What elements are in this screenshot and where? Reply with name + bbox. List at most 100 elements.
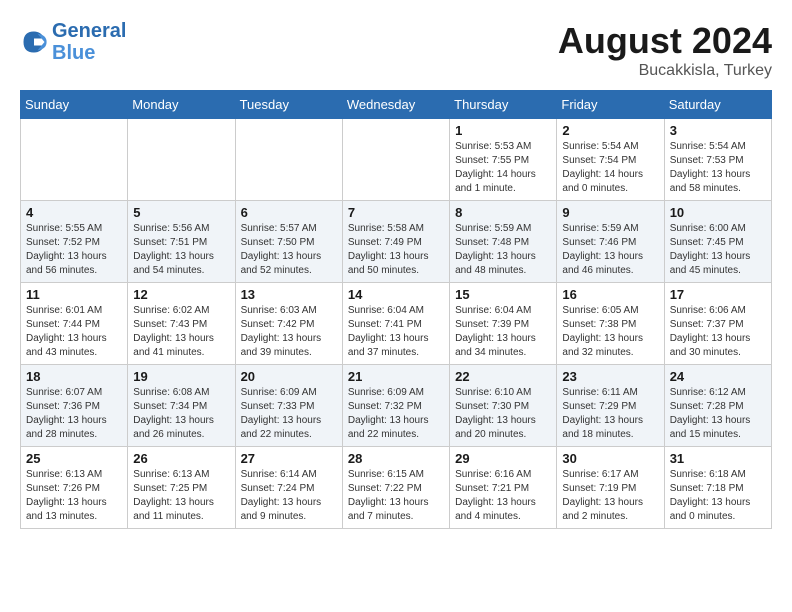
calendar-cell: 22 Sunrise: 6:10 AM Sunset: 7:30 PM Dayli…: [450, 365, 557, 447]
calendar-cell: 27 Sunrise: 6:14 AM Sunset: 7:24 PM Dayli…: [235, 447, 342, 529]
calendar-cell: 19Sunrise: 6:08 AM Sunset: 7:34 PM Dayli…: [128, 365, 235, 447]
day-info: Sunrise: 5:59 AM Sunset: 7:46 PM Dayligh…: [562, 222, 658, 278]
calendar-cell: 11 Sunrise: 6:01 AM Sunset: 7:44 PM Dayli…: [21, 283, 128, 365]
day-info: Sunrise: 6:09 AM Sunset: 7:32 PM Dayligh…: [348, 386, 444, 442]
day-number: 23: [562, 369, 658, 384]
calendar-cell: 28 Sunrise: 6:15 AM Sunset: 7:22 PM Dayli…: [342, 447, 449, 529]
calendar-cell: 6Sunrise: 5:57 AM Sunset: 7:50 PM Daylig…: [235, 201, 342, 283]
day-info: Sunrise: 6:03 AM Sunset: 7:42 PM Dayligh…: [241, 304, 337, 360]
calendar-cell: 23 Sunrise: 6:11 AM Sunset: 7:29 PM Dayli…: [557, 365, 664, 447]
day-info: Sunrise: 5:55 AM Sunset: 7:52 PM Dayligh…: [26, 222, 122, 278]
day-number: 19: [133, 369, 229, 384]
day-number: 13: [241, 287, 337, 302]
logo-line1: General: [52, 20, 126, 42]
day-number: 14: [348, 287, 444, 302]
calendar-cell: 26 Sunrise: 6:13 AM Sunset: 7:25 PM Dayli…: [128, 447, 235, 529]
day-info: Sunrise: 6:15 AM Sunset: 7:22 PM Dayligh…: [348, 468, 444, 524]
day-info: Sunrise: 6:13 AM Sunset: 7:26 PM Dayligh…: [26, 468, 122, 524]
day-number: 6: [241, 205, 337, 220]
day-info: Sunrise: 5:53 AM Sunset: 7:55 PM Dayligh…: [455, 140, 551, 196]
calendar-cell: 29 Sunrise: 6:16 AM Sunset: 7:21 PM Dayli…: [450, 447, 557, 529]
day-info: Sunrise: 6:04 AM Sunset: 7:41 PM Dayligh…: [348, 304, 444, 360]
day-info: Sunrise: 6:14 AM Sunset: 7:24 PM Dayligh…: [241, 468, 337, 524]
day-number: 21: [348, 369, 444, 384]
calendar-cell: 16 Sunrise: 6:05 AM Sunset: 7:38 PM Dayli…: [557, 283, 664, 365]
logo-line2: Blue: [52, 42, 95, 64]
day-info: Sunrise: 5:58 AM Sunset: 7:49 PM Dayligh…: [348, 222, 444, 278]
calendar-cell: 8Sunrise: 5:59 AM Sunset: 7:48 PM Daylig…: [450, 201, 557, 283]
day-number: 3: [670, 123, 766, 138]
calendar-cell: 14 Sunrise: 6:04 AM Sunset: 7:41 PM Dayli…: [342, 283, 449, 365]
calendar-cell: [21, 119, 128, 201]
day-number: 27: [241, 451, 337, 466]
calendar-cell: 31 Sunrise: 6:18 AM Sunset: 7:18 PM Dayli…: [664, 447, 771, 529]
calendar-cell: 1Sunrise: 5:53 AM Sunset: 7:55 PM Daylig…: [450, 119, 557, 201]
day-info: Sunrise: 6:17 AM Sunset: 7:19 PM Dayligh…: [562, 468, 658, 524]
calendar-cell: 30 Sunrise: 6:17 AM Sunset: 7:19 PM Dayli…: [557, 447, 664, 529]
day-number: 17: [670, 287, 766, 302]
weekday-header-row: SundayMondayTuesdayWednesdayThursdayFrid…: [21, 91, 772, 119]
weekday-header: Friday: [557, 91, 664, 119]
weekday-header: Saturday: [664, 91, 771, 119]
day-number: 24: [670, 369, 766, 384]
day-number: 4: [26, 205, 122, 220]
page-header: General Blue August 2024 Bucakkisla, Tur…: [20, 20, 772, 80]
day-number: 22: [455, 369, 551, 384]
day-info: Sunrise: 6:16 AM Sunset: 7:21 PM Dayligh…: [455, 468, 551, 524]
calendar-cell: 24 Sunrise: 6:12 AM Sunset: 7:28 PM Dayli…: [664, 365, 771, 447]
day-info: Sunrise: 5:54 AM Sunset: 7:54 PM Dayligh…: [562, 140, 658, 196]
weekday-header: Wednesday: [342, 91, 449, 119]
day-info: Sunrise: 6:06 AM Sunset: 7:37 PM Dayligh…: [670, 304, 766, 360]
day-number: 28: [348, 451, 444, 466]
logo-icon: [20, 28, 48, 56]
weekday-header: Monday: [128, 91, 235, 119]
day-info: Sunrise: 6:12 AM Sunset: 7:28 PM Dayligh…: [670, 386, 766, 442]
calendar-cell: 2 Sunrise: 5:54 AM Sunset: 7:54 PM Daylig…: [557, 119, 664, 201]
calendar-table: SundayMondayTuesdayWednesdayThursdayFrid…: [20, 90, 772, 529]
day-number: 9: [562, 205, 658, 220]
weekday-header: Tuesday: [235, 91, 342, 119]
day-number: 30: [562, 451, 658, 466]
calendar-cell: 5 Sunrise: 5:56 AM Sunset: 7:51 PM Daylig…: [128, 201, 235, 283]
weekday-header: Sunday: [21, 91, 128, 119]
day-info: Sunrise: 6:11 AM Sunset: 7:29 PM Dayligh…: [562, 386, 658, 442]
logo: General Blue: [20, 20, 126, 64]
day-number: 11: [26, 287, 122, 302]
day-number: 26: [133, 451, 229, 466]
calendar-cell: 4 Sunrise: 5:55 AM Sunset: 7:52 PM Daylig…: [21, 201, 128, 283]
calendar-cell: 17 Sunrise: 6:06 AM Sunset: 7:37 PM Dayli…: [664, 283, 771, 365]
day-info: Sunrise: 6:07 AM Sunset: 7:36 PM Dayligh…: [26, 386, 122, 442]
day-number: 5: [133, 205, 229, 220]
weekday-header: Thursday: [450, 91, 557, 119]
day-info: Sunrise: 6:18 AM Sunset: 7:18 PM Dayligh…: [670, 468, 766, 524]
location: Bucakkisla, Turkey: [558, 62, 772, 80]
calendar-cell: 3 Sunrise: 5:54 AM Sunset: 7:53 PM Daylig…: [664, 119, 771, 201]
day-info: Sunrise: 6:04 AM Sunset: 7:39 PM Dayligh…: [455, 304, 551, 360]
calendar-cell: 10Sunrise: 6:00 AM Sunset: 7:45 PM Dayli…: [664, 201, 771, 283]
day-info: Sunrise: 6:05 AM Sunset: 7:38 PM Dayligh…: [562, 304, 658, 360]
day-info: Sunrise: 5:54 AM Sunset: 7:53 PM Dayligh…: [670, 140, 766, 196]
calendar-week-row: 1Sunrise: 5:53 AM Sunset: 7:55 PM Daylig…: [21, 119, 772, 201]
calendar-cell: [342, 119, 449, 201]
day-number: 31: [670, 451, 766, 466]
day-info: Sunrise: 6:01 AM Sunset: 7:44 PM Dayligh…: [26, 304, 122, 360]
day-info: Sunrise: 6:13 AM Sunset: 7:25 PM Dayligh…: [133, 468, 229, 524]
calendar-week-row: 11 Sunrise: 6:01 AM Sunset: 7:44 PM Dayli…: [21, 283, 772, 365]
day-info: Sunrise: 5:56 AM Sunset: 7:51 PM Dayligh…: [133, 222, 229, 278]
calendar-cell: 13 Sunrise: 6:03 AM Sunset: 7:42 PM Dayli…: [235, 283, 342, 365]
calendar-cell: [235, 119, 342, 201]
day-number: 10: [670, 205, 766, 220]
day-info: Sunrise: 6:02 AM Sunset: 7:43 PM Dayligh…: [133, 304, 229, 360]
day-number: 16: [562, 287, 658, 302]
calendar-week-row: 18 Sunrise: 6:07 AM Sunset: 7:36 PM Dayli…: [21, 365, 772, 447]
day-number: 12: [133, 287, 229, 302]
day-number: 29: [455, 451, 551, 466]
day-number: 7: [348, 205, 444, 220]
calendar-cell: 7 Sunrise: 5:58 AM Sunset: 7:49 PM Daylig…: [342, 201, 449, 283]
day-number: 18: [26, 369, 122, 384]
calendar-week-row: 25 Sunrise: 6:13 AM Sunset: 7:26 PM Dayli…: [21, 447, 772, 529]
calendar-week-row: 4 Sunrise: 5:55 AM Sunset: 7:52 PM Daylig…: [21, 201, 772, 283]
day-number: 25: [26, 451, 122, 466]
day-info: Sunrise: 6:10 AM Sunset: 7:30 PM Dayligh…: [455, 386, 551, 442]
day-number: 2: [562, 123, 658, 138]
